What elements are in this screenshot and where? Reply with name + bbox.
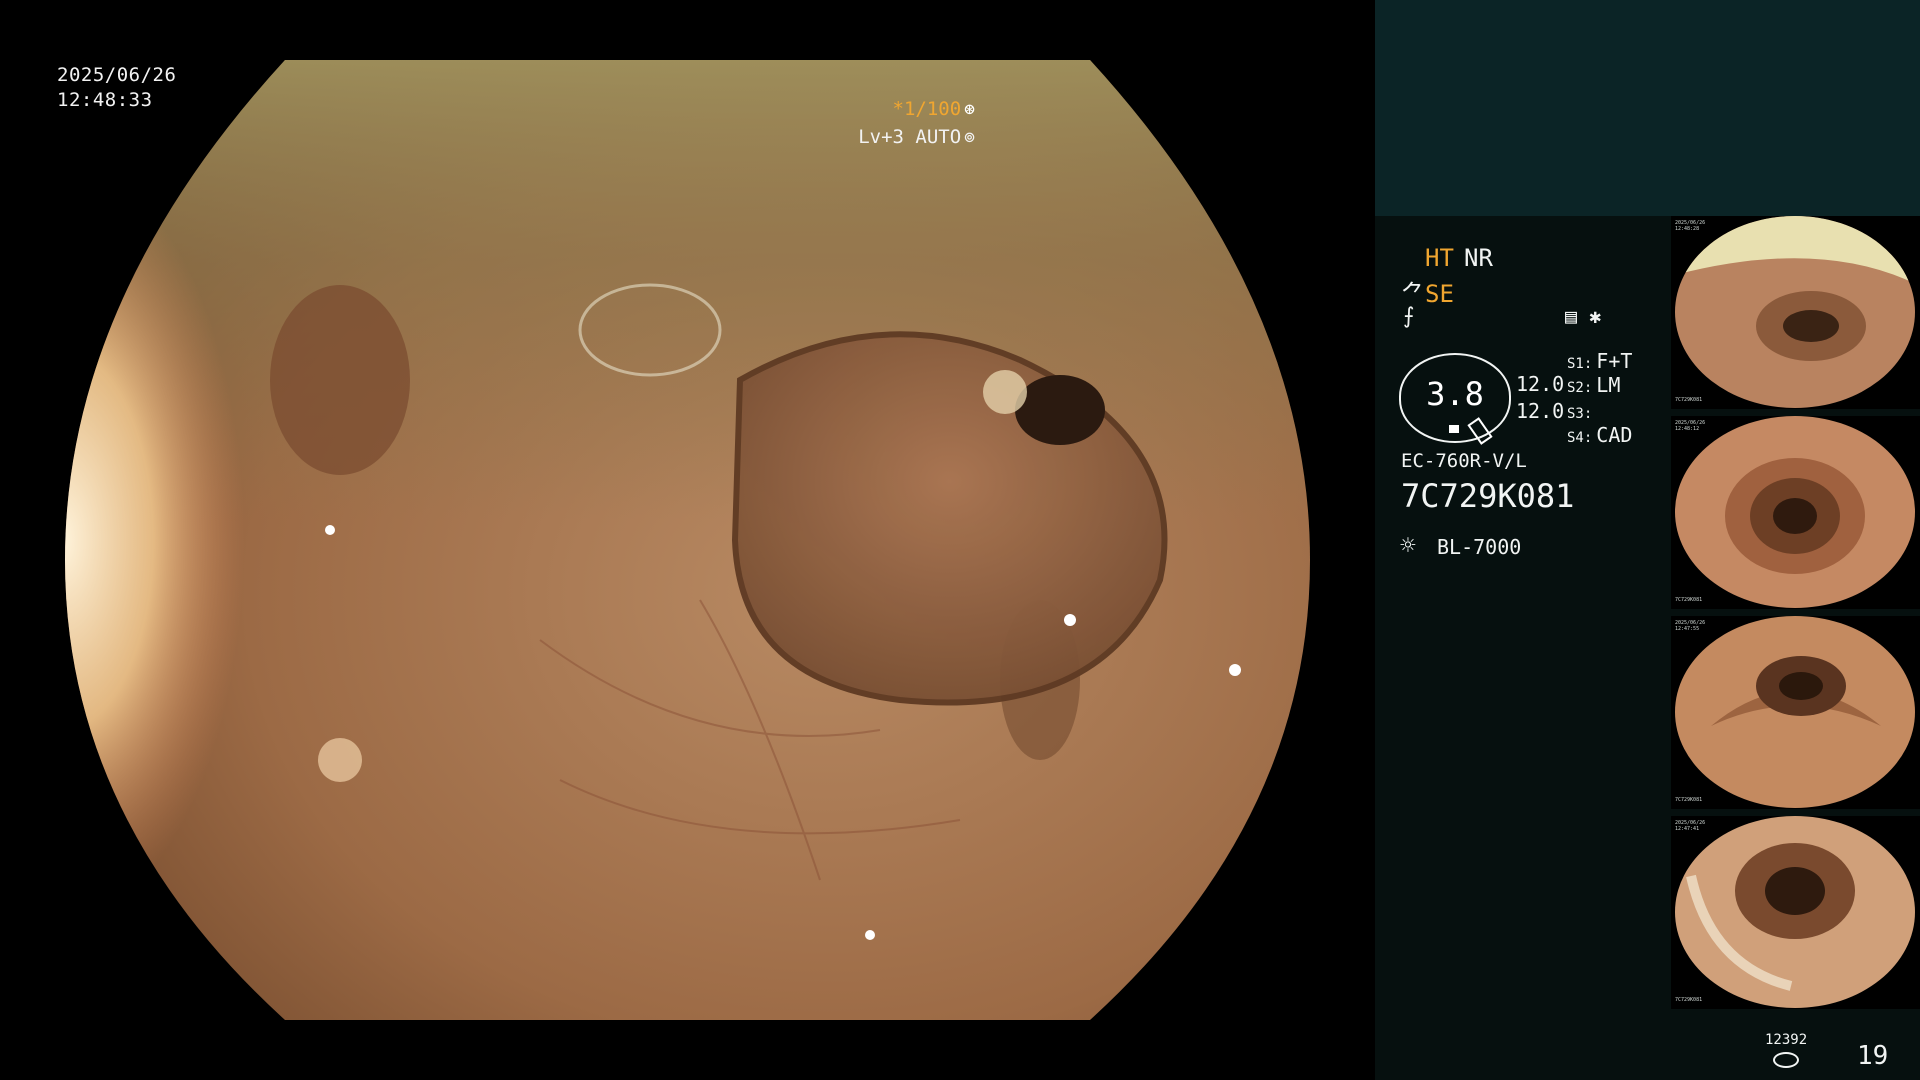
switch-s1: S1: F+T (1567, 349, 1632, 373)
status-side-panel: HT NR ⺈SE ⨍ ▤ ✱ 3.8 12.0 12.0 S1: F+T S2:… (1375, 0, 1920, 1080)
thumbnail-datetime: 2025/06/26 12:47:41 (1675, 820, 1706, 832)
image-count: 19 (1857, 1041, 1889, 1071)
ht-indicator: HT (1425, 244, 1454, 272)
switch-value: CAD (1596, 423, 1633, 447)
zoom-gauge-value: 3.8 (1426, 375, 1484, 413)
aperture-icon: ⊛ (964, 99, 975, 120)
thumbnail-serial: 7C729K081 (1675, 597, 1703, 603)
thumbnail-4[interactable]: 2025/06/26 12:47:41 7C729K081 (1671, 816, 1920, 1009)
light-source-icon: ☼ (1400, 531, 1416, 561)
storage-disk-icon (1773, 1052, 1799, 1068)
enhance-curve-icon: ⨍ (1403, 304, 1415, 329)
switch-label: S1: (1567, 356, 1593, 372)
scope-model: EC-760R-V/L (1401, 450, 1527, 472)
thumbnail-serial: 7C729K081 (1675, 797, 1703, 803)
thumbnail-1[interactable]: 2025/06/26 12:48:28 7C729K081 (1671, 216, 1920, 409)
thumbnail-datetime: 2025/06/26 12:47:55 (1675, 620, 1706, 632)
switch-s2: S2: LM (1567, 373, 1620, 397)
scope-tip-icon (1467, 417, 1493, 445)
gain-value-2: 12.0 (1516, 399, 1565, 423)
se-indicator: SE (1425, 280, 1454, 308)
scope-serial: 7C729K081 (1401, 477, 1575, 515)
endoscope-live-view: 2025/06/26 12:48:33 *1/100 ⊛ Lv+3 AUTO ⊚ (0, 0, 1375, 1080)
thumbnail-2[interactable]: 2025/06/26 12:48:12 7C729K081 (1671, 416, 1920, 609)
thumbnail-datetime: 2025/06/26 12:48:28 (1675, 220, 1706, 232)
thumbnail-image (1675, 616, 1915, 808)
switch-s3: S3: (1567, 399, 1596, 423)
brightness-level-indicator: Lv+3 AUTO ⊚ (858, 126, 975, 148)
thumbnail-image (1675, 816, 1915, 1008)
light-source-model: BL-7000 (1437, 535, 1522, 559)
switch-label: S3: (1567, 406, 1593, 422)
exam-date: 2025/06/26 (57, 64, 177, 86)
mode-icons: ▤ ✱ (1565, 304, 1602, 328)
shutter-speed-value: *1/100 (892, 98, 962, 120)
switch-value: F+T (1596, 349, 1633, 373)
thumbnail-datetime: 2025/06/26 12:48:12 (1675, 420, 1706, 432)
switch-label: S4: (1567, 430, 1593, 446)
switch-label: S2: (1567, 380, 1593, 396)
thumbnail-image (1675, 416, 1915, 608)
shutter-speed-indicator: *1/100 ⊛ (893, 98, 975, 120)
gain-value-1: 12.0 (1516, 372, 1565, 396)
thumbnail-3[interactable]: 2025/06/26 12:47:55 7C729K081 (1671, 616, 1920, 809)
gauge-marker (1449, 425, 1459, 433)
iris-icon: ⊚ (964, 127, 975, 148)
thumbnail-serial: 7C729K081 (1675, 997, 1703, 1003)
exam-datetime: 2025/06/26 12:48:33 (57, 63, 176, 113)
switch-s4: S4: CAD (1567, 423, 1632, 447)
zoom-gauge: 3.8 (1399, 353, 1511, 445)
nr-indicator: NR (1464, 244, 1493, 272)
storage-count: 12392 (1765, 1032, 1808, 1048)
switch-value: LM (1596, 373, 1621, 397)
thumbnail-serial: 7C729K081 (1675, 397, 1703, 403)
brightness-level-value: Lv+3 AUTO (858, 126, 962, 148)
thumbnail-image (1675, 216, 1915, 408)
exam-time: 12:48:33 (57, 89, 153, 111)
endoscopic-image (65, 60, 1310, 1020)
panel-header-area (1375, 0, 1920, 216)
